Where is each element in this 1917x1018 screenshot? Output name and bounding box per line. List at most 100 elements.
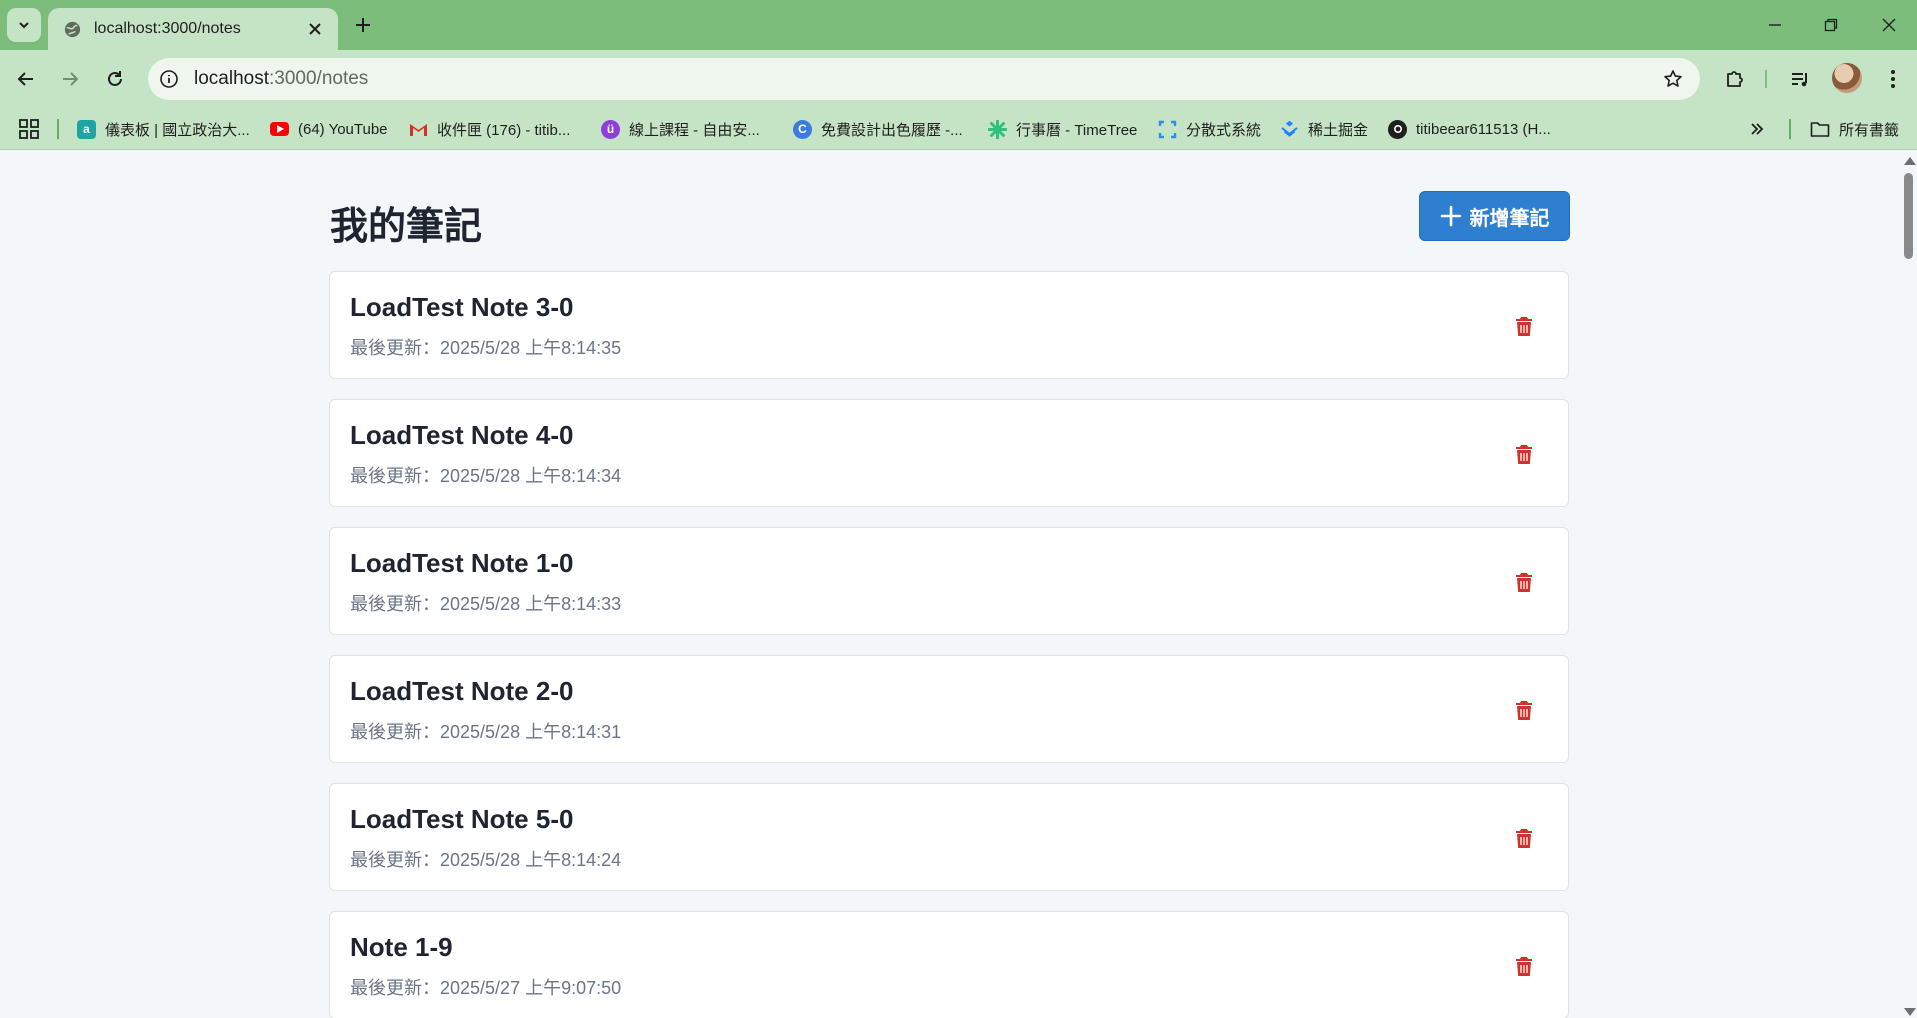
moodle-icon: a — [77, 119, 96, 139]
note-card[interactable]: LoadTest Note 4-0 最後更新：2025/5/28 上午8:14:… — [329, 399, 1569, 507]
note-title[interactable]: LoadTest Note 3-0 — [350, 292, 573, 323]
trash-icon — [1516, 444, 1532, 464]
url-path: :3000/notes — [269, 68, 369, 89]
note-updated-time: 最後更新：2025/5/28 上午8:14:24 — [350, 850, 622, 870]
bookmark-label: 儀表板 | 國立政治大... — [105, 121, 250, 139]
bookmark-label: (64) YouTube — [298, 120, 388, 138]
reload-button[interactable] — [99, 63, 131, 95]
notes-page: 我的筆記 新增筆記 LoadTest Note 3-0 最後更新：2025/5/… — [0, 151, 1900, 1018]
page-title: 我的筆記 — [330, 206, 483, 248]
plus-icon — [356, 18, 370, 32]
gmail-icon — [409, 120, 428, 139]
folder-icon — [1810, 122, 1830, 137]
scroll-up-arrow[interactable] — [1904, 157, 1916, 165]
forward-button[interactable] — [54, 63, 86, 95]
delete-note-button[interactable] — [1510, 568, 1538, 596]
delete-note-button[interactable] — [1510, 312, 1538, 340]
bookmark-canva[interactable]: C 免費設計出色履歷 -... — [793, 116, 963, 142]
minimize-button[interactable] — [1760, 10, 1790, 40]
note-card[interactable]: Note 1-9 最後更新：2025/5/27 上午9:07:50 — [329, 911, 1569, 1018]
star-icon — [1664, 70, 1682, 87]
tab-search-button[interactable] — [7, 8, 41, 42]
bookmark-label: 線上課程 - 自由安... — [629, 121, 760, 139]
page-scrollbar[interactable] — [1900, 151, 1917, 1018]
note-title[interactable]: LoadTest Note 5-0 — [350, 804, 573, 835]
bookmark-timetree[interactable]: 行事曆 - TimeTree — [988, 116, 1137, 142]
trash-icon — [1516, 700, 1532, 720]
scroll-thumb[interactable] — [1904, 173, 1913, 259]
arrow-right-icon — [63, 72, 79, 86]
timetree-icon — [988, 119, 1007, 139]
bookmark-star-button[interactable] — [1658, 64, 1688, 94]
bookmark-course[interactable]: ü 線上課程 - 自由安... — [601, 116, 760, 142]
chevron-double-right-icon — [1751, 123, 1764, 135]
profile-avatar[interactable] — [1832, 63, 1862, 93]
delete-note-button[interactable] — [1510, 824, 1538, 852]
note-card[interactable]: LoadTest Note 5-0 最後更新：2025/5/28 上午8:14:… — [329, 783, 1569, 891]
all-bookmarks-label: 所有書籤 — [1839, 121, 1900, 139]
url-host: localhost — [194, 68, 269, 89]
new-note-button[interactable]: 新增筆記 — [1419, 191, 1570, 241]
bookmark-label: 稀土掘金 — [1308, 121, 1369, 139]
note-title[interactable]: Note 1-9 — [350, 932, 453, 963]
trash-icon — [1516, 828, 1532, 848]
url-text: localhost:3000/notes — [194, 68, 1658, 90]
address-bar[interactable]: localhost:3000/notes — [148, 58, 1700, 100]
youtube-icon — [270, 122, 289, 136]
site-info-button[interactable] — [154, 64, 184, 94]
browser-toolbar: localhost:3000/notes — [0, 50, 1917, 108]
info-icon — [160, 70, 178, 88]
canva-icon: C — [793, 119, 812, 139]
close-icon — [1882, 18, 1896, 32]
delete-note-button[interactable] — [1510, 696, 1538, 724]
trash-icon — [1516, 316, 1532, 336]
browser-menu-button[interactable] — [1878, 64, 1908, 94]
note-updated-time: 最後更新：2025/5/28 上午8:14:33 — [350, 594, 622, 614]
new-tab-button[interactable] — [350, 12, 376, 38]
all-bookmarks-folder[interactable]: 所有書籤 — [1810, 116, 1899, 142]
delete-note-button[interactable] — [1510, 952, 1538, 980]
bookmark-moodle[interactable]: a 儀表板 | 國立政治大... — [77, 116, 250, 142]
github-icon — [1388, 119, 1407, 139]
media-control-button[interactable] — [1785, 64, 1815, 94]
trash-icon — [1516, 572, 1532, 592]
bookmark-youtube[interactable]: (64) YouTube — [270, 116, 388, 142]
bookmark-label: 行事曆 - TimeTree — [1016, 121, 1138, 139]
window-close-button[interactable] — [1874, 10, 1904, 40]
new-note-label: 新增筆記 — [1469, 207, 1550, 230]
note-title[interactable]: LoadTest Note 1-0 — [350, 548, 573, 579]
close-tab-button[interactable] — [304, 18, 326, 40]
bookmark-label: 收件匣 (176) - titib... — [437, 121, 571, 139]
bookmarks-overflow-button[interactable] — [1750, 116, 1764, 142]
puzzle-icon — [1727, 71, 1743, 87]
bookmark-gmail[interactable]: 收件匣 (176) - titib... — [409, 116, 570, 142]
note-title[interactable]: LoadTest Note 2-0 — [350, 676, 573, 707]
note-card[interactable]: LoadTest Note 1-0 最後更新：2025/5/28 上午8:14:… — [329, 527, 1569, 635]
apps-grid-icon[interactable] — [18, 118, 40, 140]
extensions-button[interactable] — [1720, 64, 1750, 94]
bookmark-github[interactable]: titibeear611513 (H... — [1388, 116, 1551, 142]
active-tab[interactable]: localhost:3000/notes — [48, 8, 338, 50]
toolbar-divider — [1765, 70, 1767, 88]
note-updated-time: 最後更新：2025/5/28 上午8:14:35 — [350, 338, 622, 358]
playlist-icon — [1792, 73, 1807, 87]
tab-strip: localhost:3000/notes — [0, 0, 1917, 50]
note-title[interactable]: LoadTest Note 4-0 — [350, 420, 573, 451]
bookmark-juejin[interactable]: 稀土掘金 — [1280, 116, 1368, 142]
note-updated-time: 最後更新：2025/5/28 上午8:14:31 — [350, 722, 622, 742]
reload-icon — [108, 71, 122, 86]
note-updated-time: 最後更新：2025/5/27 上午9:07:50 — [350, 978, 622, 998]
scroll-down-arrow[interactable] — [1904, 1008, 1916, 1016]
delete-note-button[interactable] — [1510, 440, 1538, 468]
back-button[interactable] — [10, 63, 42, 95]
note-card[interactable]: LoadTest Note 2-0 最後更新：2025/5/28 上午8:14:… — [329, 655, 1569, 763]
note-card[interactable]: LoadTest Note 3-0 最後更新：2025/5/28 上午8:14:… — [329, 271, 1569, 379]
bookmark-label: titibeear611513 (H... — [1416, 120, 1551, 138]
restore-button[interactable] — [1816, 10, 1846, 40]
plus-icon — [1440, 205, 1461, 227]
more-vertical-icon — [1891, 70, 1895, 88]
close-icon — [309, 23, 321, 35]
bookmarks-divider — [57, 119, 59, 139]
bookmark-distributed-systems[interactable]: 分散式系統 — [1158, 116, 1261, 142]
tab-title: localhost:3000/notes — [94, 20, 241, 37]
